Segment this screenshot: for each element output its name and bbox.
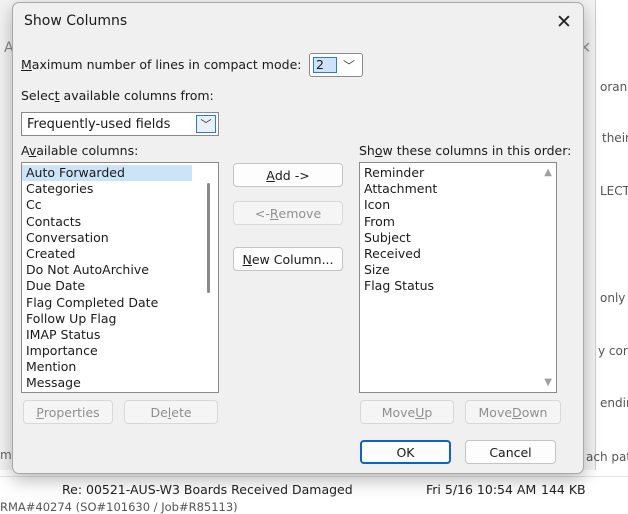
move-down-label-pre: Move <box>478 404 513 420</box>
list-item[interactable]: Mention <box>22 359 202 375</box>
remove-button[interactable]: <- Remove <box>233 201 343 225</box>
background-text: endin <box>600 396 628 410</box>
background-text: y cor <box>598 344 628 358</box>
move-up-label-pre: Move <box>381 404 416 420</box>
background-text: m <box>0 448 12 462</box>
chevron-down-icon: ﹀ <box>343 59 356 73</box>
list-item[interactable]: Due Date <box>22 278 202 294</box>
max-lines-label-mnemonic: M <box>21 57 32 72</box>
list-item[interactable]: Follow Up Flag <box>22 311 202 327</box>
available-label-text: A <box>21 143 29 158</box>
shown-columns-items: Reminder Attachment Icon From Subject Re… <box>360 165 540 295</box>
new-column-label: ew Column... <box>251 251 334 267</box>
properties-label: roperties <box>43 404 100 420</box>
shown-columns-label: Show these columns in this order: <box>359 143 571 158</box>
select-from-label-text: Selec <box>21 88 55 103</box>
background-right-column <box>596 0 628 510</box>
field-set-select[interactable]: Frequently-used fields ﹀ <box>21 112 219 136</box>
add-button[interactable]: Add -> <box>233 163 343 187</box>
scroll-up-arrow-icon[interactable]: ▲ <box>544 167 552 178</box>
remove-button-prefix: <- <box>254 205 270 221</box>
mail-size: 144 KB <box>541 482 586 497</box>
properties-button[interactable]: Properties <box>23 400 113 424</box>
show-label-text-2: w these columns in this order: <box>382 143 572 158</box>
select-from-label-text-2: available columns from: <box>59 88 214 103</box>
field-set-value: Frequently-used fields <box>27 117 171 132</box>
delete-label-pre: De <box>150 404 168 420</box>
max-lines-select[interactable]: 2 ﹀ <box>309 53 363 77</box>
available-columns-list[interactable]: Auto Forwarded Categories Cc Contacts Co… <box>21 162 219 393</box>
properties-mnemonic: P <box>36 404 44 420</box>
remove-button-mnemonic: R <box>269 205 279 221</box>
move-down-mnemonic: D <box>512 404 522 420</box>
new-column-mnemonic: N <box>242 251 252 267</box>
chevron-down-icon: ﹀ <box>196 115 216 133</box>
background-text: only <box>600 291 626 305</box>
list-item[interactable]: Contacts <box>22 214 202 230</box>
show-label-text: Sh <box>359 143 375 158</box>
list-item[interactable]: Reminder <box>360 165 540 181</box>
list-item[interactable]: Attachment <box>360 181 540 197</box>
background-text: their <box>602 131 628 145</box>
remove-button-label: emove <box>278 205 322 221</box>
list-item[interactable]: Flag Status <box>360 278 540 294</box>
background-text: ach patl <box>586 450 628 464</box>
mail-preview: RMA#40274 (SO#101630 / Job#R85113) <box>0 500 238 514</box>
close-icon[interactable]: ✕ <box>551 9 577 35</box>
select-from-label: Select available columns from: <box>21 88 214 103</box>
list-item[interactable]: IMAP Status <box>22 327 202 343</box>
cancel-button[interactable]: Cancel <box>465 440 556 464</box>
list-item[interactable]: Size <box>360 262 540 278</box>
list-item[interactable]: Created <box>22 246 202 262</box>
list-item[interactable]: Cc <box>22 197 202 213</box>
list-item[interactable]: Auto Forwarded <box>22 165 192 182</box>
scroll-down-arrow-icon[interactable]: ▼ <box>544 377 552 388</box>
list-item[interactable]: Flag Completed Date <box>22 295 202 311</box>
add-button-mnemonic: A <box>266 167 275 183</box>
list-item[interactable]: Icon <box>360 197 540 213</box>
new-column-button[interactable]: New Column... <box>233 247 343 271</box>
dialog-title: Show Columns <box>24 13 128 29</box>
list-item[interactable]: Importance <box>22 343 202 359</box>
delete-button[interactable]: De l ete <box>124 400 218 424</box>
list-item[interactable]: Subject <box>360 230 540 246</box>
background-text: LECT <box>600 184 628 198</box>
ok-button[interactable]: OK <box>360 440 451 464</box>
list-item[interactable]: From <box>360 214 540 230</box>
mail-subject: Re: 00521-AUS-W3 Boards Received Damaged <box>62 482 353 497</box>
scrollbar-thumb[interactable] <box>207 183 210 293</box>
available-label-text-2: ailable columns: <box>36 143 139 158</box>
available-columns-label: Available columns: <box>21 143 138 158</box>
list-item[interactable]: Categories <box>22 181 202 197</box>
list-item[interactable]: Do Not AutoArchive <box>22 262 202 278</box>
shown-columns-list[interactable]: Reminder Attachment Icon From Subject Re… <box>359 162 557 393</box>
move-up-label-post: p <box>424 404 433 420</box>
max-lines-label-text: aximum number of lines in compact mode: <box>31 57 302 72</box>
max-lines-label: Maximum number of lines in compact mode: <box>21 57 301 72</box>
show-columns-dialog: Show Columns ✕ Maximum number of lines i… <box>12 2 584 474</box>
move-up-button[interactable]: Move Up <box>360 400 454 424</box>
list-item[interactable]: Conversation <box>22 230 202 246</box>
move-up-mnemonic: U <box>415 404 425 420</box>
background-text: orang <box>600 80 628 94</box>
add-button-label: dd -> <box>274 167 310 183</box>
max-lines-value: 2 <box>313 57 337 73</box>
list-item[interactable]: Message <box>22 375 202 391</box>
list-item[interactable]: Received <box>360 246 540 262</box>
move-down-label-post: own <box>521 404 548 420</box>
mail-date: Fri 5/16 10:54 AM <box>426 482 537 497</box>
available-columns-items: Auto Forwarded Categories Cc Contacts Co… <box>22 165 202 392</box>
delete-label-post: ete <box>171 404 192 420</box>
show-label-mnemonic: o <box>374 143 383 158</box>
move-down-button[interactable]: Move Down <box>465 400 561 424</box>
